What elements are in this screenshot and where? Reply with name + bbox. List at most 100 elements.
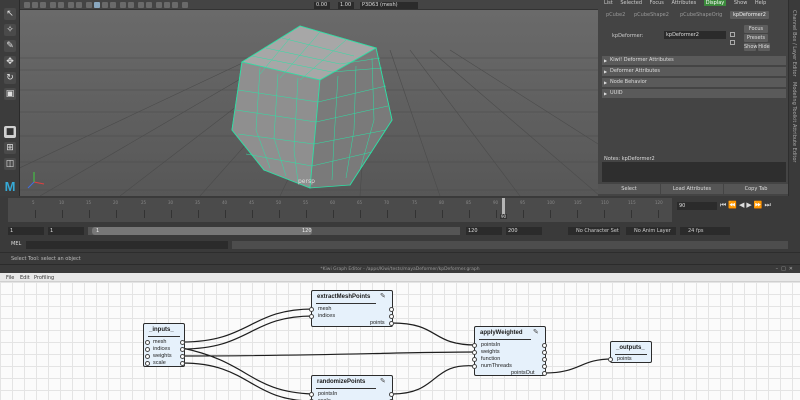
port-in-dot[interactable] — [309, 314, 314, 319]
wire-indices-to-extract[interactable] — [181, 315, 314, 350]
step-forward-icon[interactable]: ⏩ — [754, 201, 765, 209]
playback-end-field[interactable]: 120 — [466, 227, 502, 235]
xray-active-icon[interactable] — [182, 2, 188, 8]
port-out-dot[interactable] — [180, 347, 185, 352]
tab-pcube2[interactable]: pCube2 — [606, 12, 625, 18]
playback-start-field[interactable]: 1 — [48, 227, 84, 235]
range-slider-handle[interactable]: 1 120 — [92, 227, 312, 235]
ae-menu-help[interactable]: Help — [755, 0, 766, 6]
port-in-dot[interactable] — [145, 340, 150, 345]
node-apply-weighted[interactable]: applyWeighted ✎ pointsIn weights functio… — [472, 326, 547, 376]
ae-menu-show[interactable]: Show — [734, 0, 748, 6]
node-icon-top[interactable] — [730, 32, 735, 37]
character-set-dropdown[interactable]: No Character Set — [568, 227, 620, 235]
port-in-dot[interactable] — [472, 357, 477, 362]
wire-points-to-apply[interactable] — [391, 322, 477, 346]
port-in-dot[interactable] — [472, 343, 477, 348]
time-slider[interactable]: 5 10 15 20 25 30 35 40 45 50 55 60 65 70 75 80 85 90 95 100… — [0, 196, 800, 224]
shadows-icon[interactable] — [128, 2, 134, 8]
edit-node-icon[interactable]: ✎ — [380, 377, 386, 385]
node-outputs[interactable]: _outputs_ points — [608, 341, 652, 363]
side-tab-attribute-editor[interactable]: Attribute Editor — [791, 124, 797, 162]
node-extract-mesh-points[interactable]: extractMeshPoints ✎ mesh indices points — [309, 290, 394, 327]
wire-scale-to-randomize[interactable] — [181, 362, 313, 400]
textured-icon[interactable] — [110, 2, 116, 8]
exposure-field[interactable]: 0.00 — [314, 2, 330, 9]
image-plane-icon[interactable] — [50, 2, 56, 8]
wire-mesh-to-extract[interactable] — [181, 308, 314, 343]
camera-attr-icon[interactable] — [32, 2, 38, 8]
lights-icon[interactable] — [120, 2, 126, 8]
node-randomize-points[interactable]: randomizePoints ✎ pointsIn scale — [309, 375, 394, 400]
play-forward-icon[interactable]: ▶ — [746, 201, 753, 209]
port-out-dot[interactable] — [180, 340, 185, 345]
single-layout-icon[interactable]: ■ — [4, 126, 16, 138]
section-kiwi-deformer-attributes[interactable]: Kiwi! Deformer Attributes — [602, 56, 786, 65]
focus-button[interactable]: Focus — [744, 25, 768, 33]
range-slider-track[interactable]: 1 120 — [88, 227, 460, 235]
menu-edit[interactable]: Edit — [20, 275, 30, 281]
maximize-icon[interactable]: □ — [781, 266, 789, 272]
port-out-dot[interactable] — [542, 371, 547, 376]
side-tab-modeling-toolkit[interactable]: Modeling Toolkit — [791, 82, 797, 122]
section-uuid[interactable]: UUID — [602, 89, 786, 98]
viewport-canvas[interactable] — [20, 10, 598, 196]
hide-button[interactable]: Hide — [758, 43, 770, 51]
tab-kpdeformer2[interactable]: kpDeformer2 — [730, 11, 769, 19]
time-slider-track[interactable]: 5 10 15 20 25 30 35 40 45 50 55 60 65 70 75 80 85 90 95 100… — [8, 198, 672, 222]
port-in-dot[interactable] — [309, 307, 314, 312]
port-in-dot[interactable] — [145, 354, 150, 359]
wire-randomize-to-apply[interactable] — [391, 365, 477, 395]
wire-pointsout-to-outputs[interactable] — [544, 358, 613, 374]
xray-icon[interactable] — [164, 2, 170, 8]
isolate-select-icon[interactable] — [156, 2, 162, 8]
port-out-dot[interactable] — [389, 314, 394, 319]
ae-menu-selected[interactable]: Selected — [620, 0, 642, 6]
animation-end-field[interactable]: 200 — [506, 227, 542, 235]
move-tool-icon[interactable]: ✥ — [4, 56, 16, 68]
camera-select-field[interactable]: P3D63 (mesh) — [360, 2, 418, 9]
film-gate-icon[interactable] — [68, 2, 74, 8]
port-out-dot[interactable] — [389, 307, 394, 312]
step-back-icon[interactable]: ⏪ — [728, 201, 739, 209]
port-out-dot[interactable] — [542, 343, 547, 348]
port-out-dot[interactable] — [389, 392, 394, 397]
port-in-dot[interactable] — [145, 347, 150, 352]
graph-canvas[interactable]: _inputs_ mesh indices weights scale extr… — [0, 282, 800, 400]
fps-dropdown[interactable]: 24 fps — [680, 227, 730, 235]
port-in-dot[interactable] — [472, 364, 477, 369]
gate-mask-icon[interactable] — [86, 2, 92, 8]
node-name-field[interactable]: kpDeformer2 — [664, 31, 726, 39]
ambient-occlusion-icon[interactable] — [138, 2, 144, 8]
select-button[interactable]: Select — [598, 184, 660, 194]
port-in-dot[interactable] — [472, 350, 477, 355]
node-inputs[interactable]: _inputs_ mesh indices weights scale — [143, 323, 185, 367]
smooth-shade-icon[interactable] — [102, 2, 108, 8]
current-frame-field[interactable]: 90 — [677, 202, 717, 210]
node-icon-bottom[interactable] — [730, 40, 735, 45]
four-layout-icon[interactable]: ⊞ — [4, 142, 16, 154]
port-in-dot[interactable] — [608, 357, 613, 362]
paint-tool-icon[interactable]: ✎ — [4, 40, 16, 52]
grid-toggle-icon[interactable] — [58, 2, 64, 8]
bookmark-icon[interactable] — [40, 2, 46, 8]
ae-menu-display[interactable]: Display — [703, 0, 727, 6]
show-button[interactable]: Show — [744, 43, 758, 51]
port-out-dot[interactable] — [542, 350, 547, 355]
camera-icon[interactable] — [24, 2, 30, 8]
edit-node-icon[interactable]: ✎ — [380, 292, 386, 300]
ae-menu-focus[interactable]: Focus — [650, 0, 664, 6]
copy-tab-button[interactable]: Copy Tab — [724, 184, 788, 194]
menu-profiling[interactable]: Profiling — [34, 275, 54, 281]
two-layout-icon[interactable]: ◫ — [4, 158, 16, 170]
lasso-tool-icon[interactable]: ✧ — [4, 24, 16, 36]
load-attributes-button[interactable]: Load Attributes — [661, 184, 723, 194]
port-out-dot[interactable] — [542, 357, 547, 362]
section-node-behavior[interactable]: Node Behavior — [602, 78, 786, 87]
mel-input[interactable] — [26, 241, 228, 249]
go-end-icon[interactable]: ⏭ — [765, 201, 773, 209]
section-deformer-attributes[interactable]: Deformer Attributes — [602, 67, 786, 76]
side-tab-channel-box[interactable]: Channel Box / Layer Editor — [791, 10, 797, 77]
gamma-field[interactable]: 1.00 — [338, 2, 354, 9]
wire-weights-to-apply[interactable] — [181, 351, 477, 357]
